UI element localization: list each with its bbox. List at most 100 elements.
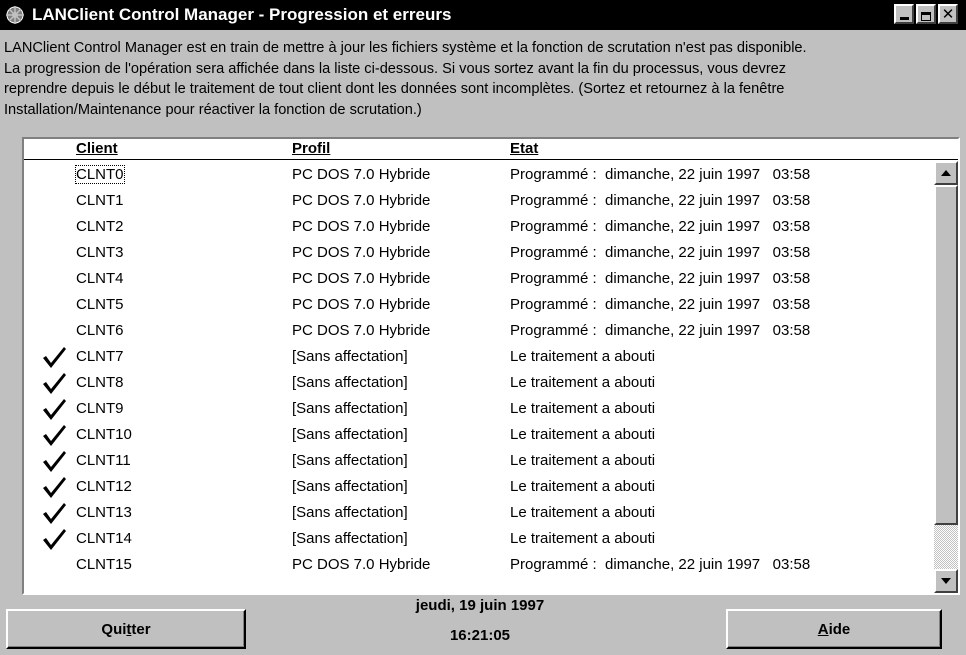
description-line: La progression de l'opération sera affic… (4, 60, 787, 77)
minimize-button[interactable] (894, 4, 914, 24)
client-name: CLNT15 (76, 556, 132, 573)
status-cell: Programmé : dimanche, 22 juin 1997 03:58 (510, 296, 811, 313)
list-item[interactable]: CLNT2 PC DOS 7.0 Hybride Programmé : diman… (24, 215, 930, 241)
column-header-status[interactable]: Etat (510, 140, 538, 157)
client-name: CLNT0 (75, 165, 125, 184)
profile-cell: PC DOS 7.0 Hybride (292, 322, 431, 339)
status-cell: Programmé : dimanche, 22 juin 1997 03:58 (510, 322, 811, 339)
profile-cell: PC DOS 7.0 Hybride (292, 192, 431, 209)
status-cell: Le traitement a abouti (510, 348, 656, 365)
list-item[interactable]: CLNT6 PC DOS 7.0 Hybride Programmé : diman… (24, 319, 930, 345)
profile-cell: [Sans affectation] (292, 478, 408, 495)
list-item[interactable]: CLNT4 PC DOS 7.0 Hybride Programmé : diman… (24, 267, 930, 293)
close-icon: ✕ (941, 5, 955, 23)
checkmark-icon (43, 529, 66, 550)
client-name: CLNT12 (76, 478, 132, 495)
profile-cell: [Sans affectation] (292, 530, 408, 547)
client-name: CLNT10 (76, 426, 132, 443)
client-name: CLNT3 (76, 244, 124, 261)
client-cell: CLNT13 (76, 504, 132, 521)
quit-button-label: Quitter (101, 620, 151, 638)
list-item[interactable]: CLNT11 [Sans affectation] Le traitement a … (24, 449, 930, 475)
status-cell: Le traitement a abouti (510, 400, 656, 417)
help-button-label: Aide (817, 620, 851, 638)
scroll-thumb[interactable] (934, 185, 958, 525)
list-item[interactable]: CLNT10 [Sans affectation] Le traitement a … (24, 423, 930, 449)
scroll-track[interactable] (934, 525, 958, 569)
client-name: CLNT7 (76, 348, 124, 365)
list-item[interactable]: CLNT3 PC DOS 7.0 Hybride Programmé : diman… (24, 241, 930, 267)
list-item[interactable]: CLNT14 [Sans affectation] Le traitement a … (24, 527, 930, 553)
status-cell: Programmé : dimanche, 22 juin 1997 03:58 (510, 270, 811, 287)
client-name: CLNT5 (76, 296, 124, 313)
profile-cell: PC DOS 7.0 Hybride (292, 218, 431, 235)
status-cell: Le traitement a abouti (510, 452, 656, 469)
client-name: CLNT8 (76, 374, 124, 391)
scroll-up-button[interactable] (934, 161, 958, 185)
client-name: CLNT13 (76, 504, 132, 521)
status-cell: Le traitement a abouti (510, 504, 656, 521)
client-cell: CLNT1 (76, 192, 124, 209)
help-button[interactable]: Aide (726, 609, 942, 649)
client-name: CLNT6 (76, 322, 124, 339)
current-date: jeudi, 19 juin 1997 (415, 597, 545, 614)
status-cell: Programmé : dimanche, 22 juin 1997 03:58 (510, 166, 811, 183)
checkmark-icon (43, 503, 66, 524)
list-item[interactable]: CLNT5 PC DOS 7.0 Hybride Programmé : diman… (24, 293, 930, 319)
minimize-icon (899, 17, 909, 20)
client-cell: CLNT5 (76, 296, 124, 313)
client-list[interactable]: Client Profil Etat CLNT0 PC DOS 7.0 Hybri… (22, 137, 960, 595)
arrow-up-icon (941, 170, 951, 176)
status-cell: Le traitement a abouti (510, 426, 656, 443)
client-name: CLNT4 (76, 270, 124, 287)
list-header: Client Profil Etat (24, 139, 958, 160)
list-item[interactable]: CLNT8 [Sans affectation] Le traitement a a… (24, 371, 930, 397)
profile-cell: [Sans affectation] (292, 452, 408, 469)
client-cell: CLNT3 (76, 244, 124, 261)
list-item[interactable]: CLNT0 PC DOS 7.0 Hybride Programmé : diman… (24, 163, 930, 189)
scroll-down-button[interactable] (934, 569, 958, 593)
column-header-profile[interactable]: Profil (292, 140, 330, 157)
list-item[interactable]: CLNT1 PC DOS 7.0 Hybride Programmé : diman… (24, 189, 930, 215)
client-cell: CLNT15 (76, 556, 132, 573)
client-cell: CLNT7 (76, 348, 124, 365)
list-item[interactable]: CLNT7 [Sans affectation] Le traitement a a… (24, 345, 930, 371)
client-name: CLNT2 (76, 218, 124, 235)
list-item[interactable]: CLNT15 PC DOS 7.0 Hybride Programmé : dima… (24, 553, 930, 579)
description-line: LANClient Control Manager est en train d… (4, 40, 807, 56)
profile-cell: [Sans affectation] (292, 504, 408, 521)
list-item[interactable]: CLNT13 [Sans affectation] Le traitement a … (24, 501, 930, 527)
status-cell: Programmé : dimanche, 22 juin 1997 03:58 (510, 192, 811, 209)
vertical-scrollbar[interactable] (934, 161, 958, 593)
status-cell: Programmé : dimanche, 22 juin 1997 03:58 (510, 244, 811, 261)
client-cell: CLNT14 (76, 530, 132, 547)
quit-button[interactable]: Quitter (6, 609, 246, 649)
list-item[interactable]: CLNT12 [Sans affectation] Le traitement a … (24, 475, 930, 501)
title-bar[interactable]: LANClient Control Manager - Progression … (0, 0, 966, 30)
profile-cell: PC DOS 7.0 Hybride (292, 244, 431, 261)
client-cell: CLNT10 (76, 426, 132, 443)
client-cell: CLNT6 (76, 322, 124, 339)
column-header-client[interactable]: Client (76, 140, 118, 157)
profile-cell: PC DOS 7.0 Hybride (292, 166, 431, 183)
current-time: 16:21:05 (449, 627, 511, 644)
client-name: CLNT14 (76, 530, 132, 547)
checkmark-icon (43, 451, 66, 472)
description-line: reprendre depuis le début le traitement … (4, 81, 785, 97)
client-cell: CLNT8 (76, 374, 124, 391)
profile-cell: [Sans affectation] (292, 400, 408, 417)
checkmark-icon (43, 347, 66, 368)
client-cell: CLNT0 (75, 165, 125, 184)
client-cell: CLNT2 (76, 218, 124, 235)
maximize-button[interactable] (916, 4, 936, 24)
description-line: Installation/Maintenance pour réactiver … (4, 101, 422, 118)
close-button[interactable]: ✕ (938, 4, 958, 24)
progress-window: LANClient Control Manager - Progression … (0, 0, 966, 655)
status-cell: Programmé : dimanche, 22 juin 1997 03:58 (510, 556, 811, 573)
checkmark-icon (43, 425, 66, 446)
profile-cell: PC DOS 7.0 Hybride (292, 270, 431, 287)
status-cell: Le traitement a abouti (510, 478, 656, 495)
app-icon[interactable] (4, 4, 26, 26)
profile-cell: [Sans affectation] (292, 426, 408, 443)
list-item[interactable]: CLNT9 [Sans affectation] Le traitement a a… (24, 397, 930, 423)
